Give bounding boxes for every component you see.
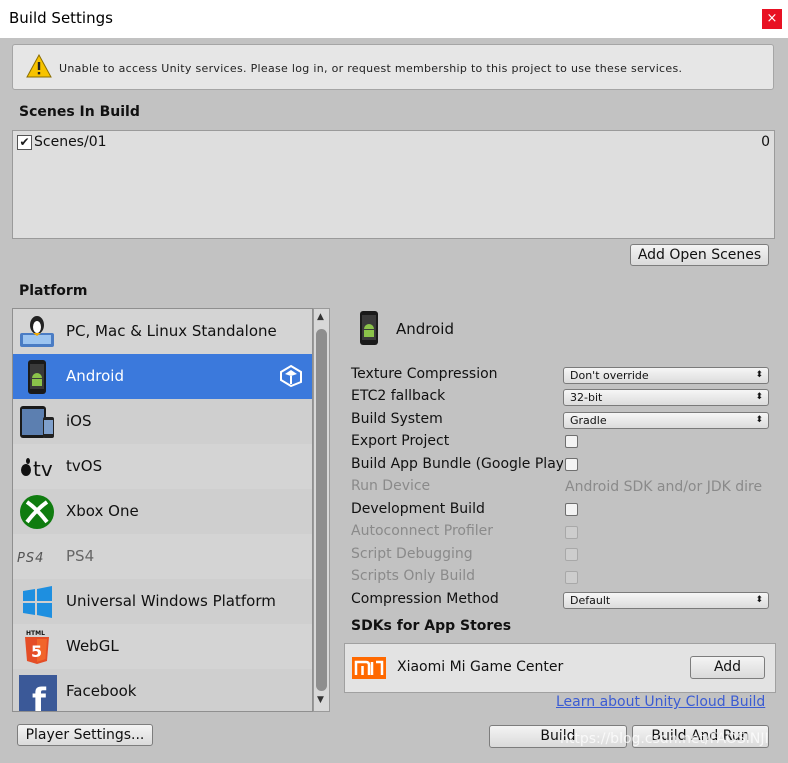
facebook-icon: f <box>17 673 57 711</box>
platform-heading: Platform <box>19 283 88 299</box>
add-sdk-button[interactable]: Add <box>690 656 765 679</box>
svg-text:tv: tv <box>33 457 53 481</box>
window-title: Build Settings <box>9 9 113 27</box>
html5-icon: HTML 5 <box>17 628 57 666</box>
build-app-bundle-label: Build App Bundle (Google Play <box>351 456 563 472</box>
scene-index: 0 <box>761 134 770 150</box>
build-system-dropdown[interactable]: Gradle ⬍ <box>563 412 769 429</box>
texture-compression-dropdown[interactable]: Don't override ⬍ <box>563 367 769 384</box>
tvos-icon: tv <box>17 448 57 486</box>
compression-method-dropdown[interactable]: Default ⬍ <box>563 592 769 609</box>
svg-text:HTML: HTML <box>26 630 45 637</box>
scene-row[interactable]: ✔ Scenes/01 0 <box>13 131 774 153</box>
scenes-list: ✔ Scenes/01 0 <box>12 130 775 239</box>
dropdown-caret-icon: ⬍ <box>755 415 763 425</box>
scroll-up-icon[interactable]: ▲ <box>317 312 324 322</box>
watermark: https://blog.csdn.net/FAOSINJI <box>560 731 769 747</box>
platform-list: PC, Mac & Linux Standalone Android iOS t… <box>12 308 313 712</box>
selected-platform-name: Android <box>396 320 454 338</box>
warning-text: Unable to access Unity services. Please … <box>59 62 683 75</box>
sdk-name: Xiaomi Mi Game Center <box>397 659 564 675</box>
windows-icon <box>17 583 57 621</box>
platform-item-ps4[interactable]: PS4 PS4 <box>13 534 312 579</box>
platform-item-ios[interactable]: iOS <box>13 399 312 444</box>
platform-label: WebGL <box>66 637 119 655</box>
platform-item-uwp[interactable]: Universal Windows Platform <box>13 579 312 624</box>
sdks-heading: SDKs for App Stores <box>351 618 512 634</box>
dropdown-value: Default <box>570 594 611 607</box>
svg-text:PS4: PS4 <box>17 551 44 566</box>
xbox-icon <box>17 493 57 531</box>
xiaomi-logo-icon <box>352 655 386 685</box>
platform-scrollbar[interactable]: ▲ ▼ <box>313 308 330 712</box>
scene-name: Scenes/01 <box>34 134 107 150</box>
android-icon <box>17 358 57 396</box>
platform-label: Facebook <box>66 682 137 700</box>
dropdown-value: 32-bit <box>570 391 603 404</box>
etc2-fallback-dropdown[interactable]: 32-bit ⬍ <box>563 389 769 406</box>
development-build-checkbox[interactable] <box>565 503 578 516</box>
player-settings-button[interactable]: Player Settings... <box>17 724 153 746</box>
export-project-checkbox[interactable] <box>565 435 578 448</box>
scripts-only-build-checkbox <box>565 571 578 584</box>
platform-label: PS4 <box>66 547 95 565</box>
sdk-item-xiaomi: Xiaomi Mi Game Center Add <box>344 643 776 693</box>
platform-item-webgl[interactable]: HTML 5 WebGL <box>13 624 312 669</box>
platform-label: PC, Mac & Linux Standalone <box>66 322 277 340</box>
development-build-label: Development Build <box>351 501 485 517</box>
build-app-bundle-checkbox[interactable] <box>565 458 578 471</box>
close-icon[interactable]: × <box>762 9 782 29</box>
script-debugging-checkbox <box>565 548 578 561</box>
warning-icon <box>26 53 52 82</box>
texture-compression-label: Texture Compression <box>351 366 498 382</box>
platform-item-tvos[interactable]: tv tvOS <box>13 444 312 489</box>
scroll-thumb[interactable] <box>316 329 327 691</box>
platform-item-xbox[interactable]: Xbox One <box>13 489 312 534</box>
dropdown-caret-icon: ⬍ <box>755 392 763 402</box>
platform-label: Universal Windows Platform <box>66 592 276 610</box>
autoconnect-profiler-label: Autoconnect Profiler <box>351 523 494 539</box>
services-warning: Unable to access Unity services. Please … <box>12 44 774 90</box>
export-project-label: Export Project <box>351 433 450 449</box>
scroll-down-icon[interactable]: ▼ <box>317 695 324 705</box>
etc2-fallback-label: ETC2 fallback <box>351 388 446 404</box>
dropdown-caret-icon: ⬍ <box>755 595 763 605</box>
cloud-build-link[interactable]: Learn about Unity Cloud Build <box>556 694 765 710</box>
unity-logo-icon <box>279 364 303 392</box>
build-system-label: Build System <box>351 411 443 427</box>
dropdown-caret-icon: ⬍ <box>755 370 763 380</box>
ps4-icon: PS4 <box>17 538 57 576</box>
platform-label: iOS <box>66 412 92 430</box>
add-open-scenes-button[interactable]: Add Open Scenes <box>630 244 769 266</box>
android-icon <box>355 310 383 350</box>
dropdown-value: Gradle <box>570 414 607 427</box>
platform-item-android[interactable]: Android <box>13 354 312 399</box>
scripts-only-build-label: Scripts Only Build <box>351 568 476 584</box>
script-debugging-label: Script Debugging <box>351 546 473 562</box>
title-bar <box>0 0 788 38</box>
platform-item-standalone[interactable]: PC, Mac & Linux Standalone <box>13 309 312 354</box>
platform-label: tvOS <box>66 457 103 475</box>
run-device-label: Run Device <box>351 478 431 494</box>
scenes-heading: Scenes In Build <box>19 104 140 120</box>
svg-text:5: 5 <box>31 642 42 661</box>
autoconnect-profiler-checkbox <box>565 526 578 539</box>
scene-checkbox[interactable]: ✔ <box>17 135 32 150</box>
svg-text:f: f <box>32 681 47 711</box>
standalone-icon <box>17 313 57 351</box>
platform-label: Android <box>66 367 124 385</box>
ios-icon <box>17 403 57 441</box>
run-device-value: Android SDK and/or JDK dire <box>565 479 763 495</box>
compression-method-label: Compression Method <box>351 591 499 607</box>
platform-item-facebook[interactable]: f Facebook <box>13 669 312 711</box>
platform-label: Xbox One <box>66 502 139 520</box>
dropdown-value: Don't override <box>570 369 649 382</box>
